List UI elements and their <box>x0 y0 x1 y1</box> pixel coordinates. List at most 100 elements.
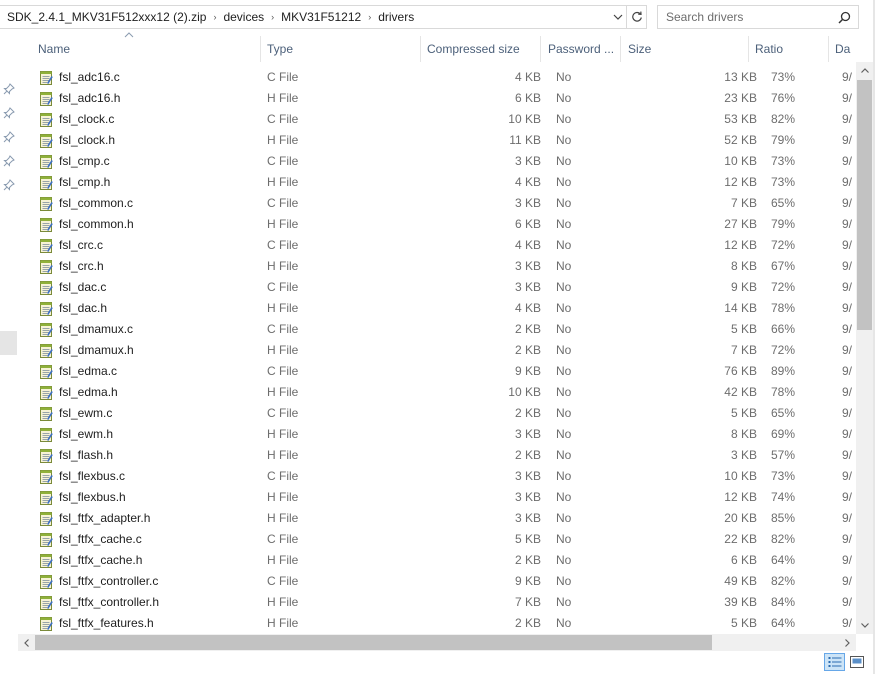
column-header-ratio[interactable]: Ratio <box>749 36 829 62</box>
file-ratio: 73% <box>771 154 796 168</box>
file-ratio: 72% <box>771 280 796 294</box>
file-row[interactable]: fsl_flexbus.h H File 3 KB No 12 KB 74% 9/ <box>18 487 856 508</box>
breadcrumb-item-device[interactable]: MKV31F51212 <box>278 10 364 24</box>
address-bar[interactable]: SDK_2.4.1_MKV31F512xxx12 (2).zip › devic… <box>0 5 647 29</box>
chevron-left-icon <box>24 638 29 647</box>
breadcrumb-separator-icon[interactable]: › <box>209 12 220 22</box>
column-header-compressed-size[interactable]: Compressed size <box>421 36 541 62</box>
file-row[interactable]: fsl_crc.h H File 3 KB No 8 KB 67% 9/ <box>18 256 856 277</box>
file-password-protected: No <box>556 469 572 483</box>
file-password-protected: No <box>556 385 572 399</box>
file-size: 9 KB <box>730 280 757 294</box>
column-header-type[interactable]: Type <box>261 36 421 62</box>
column-header-password[interactable]: Password ... <box>541 36 621 62</box>
file-name: fsl_ewm.c <box>59 406 113 420</box>
notepad-file-icon <box>38 448 54 464</box>
horizontal-scroll-thumb[interactable] <box>35 635 712 650</box>
file-row[interactable]: fsl_adc16.c C File 4 KB No 13 KB 73% 9/ <box>18 67 856 88</box>
file-password-protected: No <box>556 574 572 588</box>
file-type: H File <box>267 217 299 231</box>
file-row[interactable]: fsl_ftfx_cache.h H File 2 KB No 6 KB 64% 9/ <box>18 550 856 571</box>
notepad-file-icon <box>38 343 54 359</box>
file-type: H File <box>267 595 299 609</box>
refresh-button[interactable] <box>626 6 646 28</box>
file-row[interactable]: fsl_ewm.h H File 3 KB No 8 KB 69% 9/ <box>18 424 856 445</box>
file-size: 10 KB <box>724 469 757 483</box>
chevron-down-icon <box>613 14 622 20</box>
file-row[interactable]: fsl_cmp.c C File 3 KB No 10 KB 73% 9/ <box>18 151 856 172</box>
file-row[interactable]: fsl_ftfx_controller.c C File 9 KB No 49 KB 82… <box>18 571 856 592</box>
file-row[interactable]: fsl_ftfx_cache.c C File 5 KB No 22 KB 82% 9/ <box>18 529 856 550</box>
vertical-scroll-thumb[interactable] <box>857 80 872 330</box>
column-header-name[interactable]: Name <box>18 36 261 62</box>
file-compressed-size: 9 KB <box>514 364 541 378</box>
column-headers: Name Type Compressed size Password ... S… <box>18 36 856 62</box>
large-icons-view-button[interactable] <box>846 653 867 671</box>
chevron-right-icon <box>845 638 850 647</box>
breadcrumb-item-drivers[interactable]: drivers <box>375 10 417 24</box>
scroll-left-button[interactable] <box>18 634 35 651</box>
file-row[interactable]: fsl_edma.h H File 10 KB No 42 KB 78% 9/ <box>18 382 856 403</box>
scroll-down-button[interactable] <box>856 617 873 634</box>
file-size: 53 KB <box>724 112 757 126</box>
pin-icon[interactable] <box>3 179 15 191</box>
file-row[interactable]: fsl_ftfx_features.h H File 2 KB No 5 KB 64% 9/ <box>18 613 856 634</box>
file-type: C File <box>267 469 299 483</box>
file-row[interactable]: fsl_dmamux.c C File 2 KB No 5 KB 66% 9/ <box>18 319 856 340</box>
file-row[interactable]: fsl_common.c C File 3 KB No 7 KB 65% 9/ <box>18 193 856 214</box>
file-row[interactable]: fsl_cmp.h H File 4 KB No 12 KB 73% 9/ <box>18 172 856 193</box>
file-ratio: 72% <box>771 343 796 357</box>
file-type: C File <box>267 574 299 588</box>
file-name-cell: fsl_dmamux.c <box>18 319 261 340</box>
vertical-scrollbar[interactable] <box>856 62 873 634</box>
file-row[interactable]: fsl_ewm.c C File 2 KB No 5 KB 65% 9/ <box>18 403 856 424</box>
file-row[interactable]: fsl_ftfx_controller.h H File 7 KB No 39 KB 84… <box>18 592 856 613</box>
address-history-dropdown[interactable] <box>608 6 626 28</box>
file-name-cell: fsl_flexbus.c <box>18 466 261 487</box>
file-row[interactable]: fsl_dac.h H File 4 KB No 14 KB 78% 9/ <box>18 298 856 319</box>
search-icon[interactable] <box>834 7 854 27</box>
file-row[interactable]: fsl_common.h H File 6 KB No 27 KB 79% 9/ <box>18 214 856 235</box>
file-date: 9/ <box>842 427 853 441</box>
file-size: 42 KB <box>724 385 757 399</box>
file-row[interactable]: fsl_flash.h H File 2 KB No 3 KB 57% 9/ <box>18 445 856 466</box>
file-ratio: 64% <box>771 616 796 630</box>
pin-icon[interactable] <box>3 155 15 167</box>
file-name-cell: fsl_adc16.c <box>18 67 261 88</box>
file-compressed-size: 2 KB <box>514 616 541 630</box>
scroll-right-button[interactable] <box>839 634 856 651</box>
details-view-icon <box>828 657 841 667</box>
file-name: fsl_dac.h <box>59 301 108 315</box>
search-input[interactable] <box>666 10 834 24</box>
file-ratio: 84% <box>771 595 796 609</box>
file-row[interactable]: fsl_clock.c C File 10 KB No 53 KB 82% 9/ <box>18 109 856 130</box>
file-type: C File <box>267 280 299 294</box>
file-row[interactable]: fsl_flexbus.c C File 3 KB No 10 KB 73% 9/ <box>18 466 856 487</box>
file-row[interactable]: fsl_ftfx_adapter.h H File 3 KB No 20 KB 85% 9/ <box>18 508 856 529</box>
column-header-date[interactable]: Da <box>829 36 856 62</box>
breadcrumb-item-devices[interactable]: devices <box>220 10 267 24</box>
details-view-button[interactable] <box>824 653 845 671</box>
file-compressed-size: 10 KB <box>508 112 541 126</box>
pin-icon[interactable] <box>3 83 15 95</box>
file-compressed-size: 4 KB <box>514 238 541 252</box>
file-row[interactable]: fsl_crc.c C File 4 KB No 12 KB 72% 9/ <box>18 235 856 256</box>
file-row[interactable]: fsl_dac.c C File 3 KB No 9 KB 72% 9/ <box>18 277 856 298</box>
file-row[interactable]: fsl_dmamux.h H File 2 KB No 7 KB 72% 9/ <box>18 340 856 361</box>
file-row[interactable]: fsl_clock.h H File 11 KB No 52 KB 79% 9/ <box>18 130 856 151</box>
pin-icon[interactable] <box>3 131 15 143</box>
file-row[interactable]: fsl_edma.c C File 9 KB No 76 KB 89% 9/ <box>18 361 856 382</box>
file-row[interactable]: fsl_adc16.h H File 6 KB No 23 KB 76% 9/ <box>18 88 856 109</box>
navigation-pane-selected-item[interactable] <box>0 331 17 355</box>
file-name-cell: fsl_cmp.c <box>18 151 261 172</box>
scroll-up-button[interactable] <box>856 62 873 79</box>
file-compressed-size: 4 KB <box>514 70 541 84</box>
breadcrumb-separator-icon[interactable]: › <box>364 12 375 22</box>
pin-icon[interactable] <box>3 107 15 119</box>
column-header-size[interactable]: Size <box>621 36 749 62</box>
file-size: 8 KB <box>730 259 757 273</box>
file-date: 9/ <box>842 280 853 294</box>
horizontal-scrollbar[interactable] <box>18 634 856 651</box>
breadcrumb-separator-icon[interactable]: › <box>267 12 278 22</box>
breadcrumb-item-zip[interactable]: SDK_2.4.1_MKV31F512xxx12 (2).zip <box>4 10 209 24</box>
